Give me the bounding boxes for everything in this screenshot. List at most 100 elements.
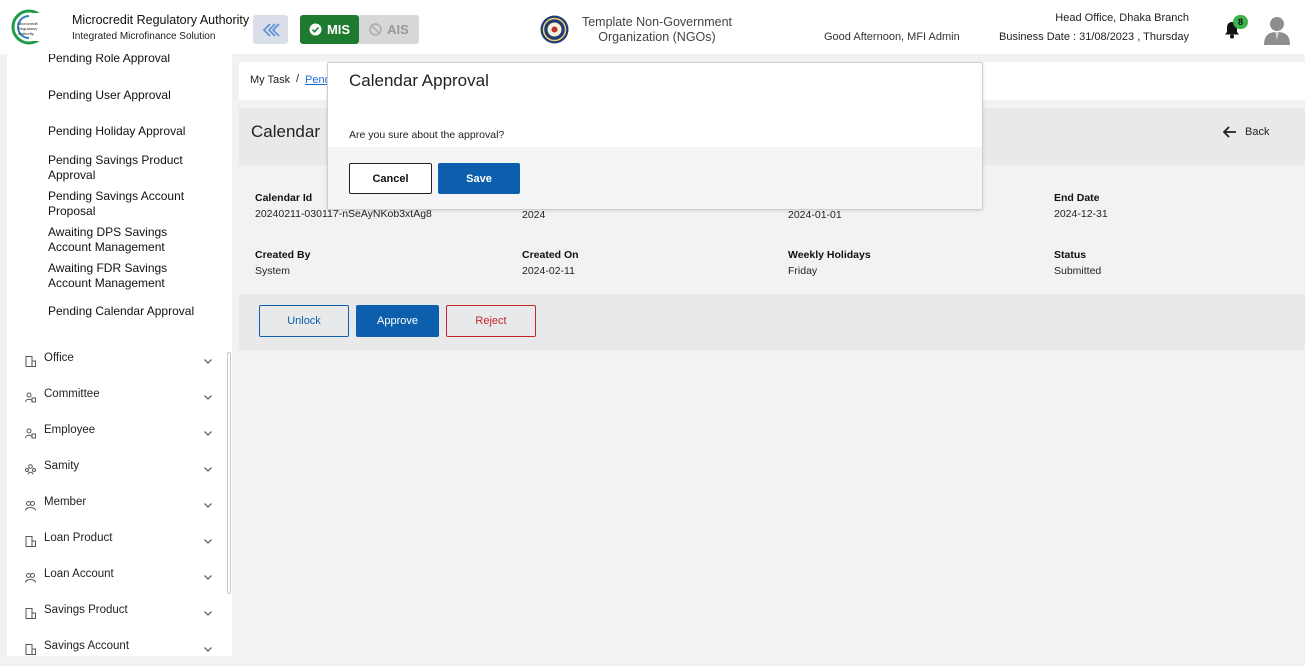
mis-label: MIS	[326, 22, 351, 37]
modal-title: Calendar Approval	[349, 71, 489, 90]
sidebar-menu-samity[interactable]: Samity	[23, 460, 213, 482]
chevron-down-icon	[204, 647, 212, 652]
ngo-name: Template Non-Government Organization (NG…	[578, 15, 736, 45]
sidebar-menu-savings-account[interactable]: Savings Account	[23, 640, 213, 656]
back-label: Back	[1245, 126, 1270, 138]
collapse-sidebar-button[interactable]	[253, 15, 288, 44]
sidebar-menu-label: Loan Product	[44, 532, 113, 544]
org-subtitle: Integrated Microfinance Solution	[72, 31, 216, 42]
savings-product-icon	[25, 608, 36, 619]
sidebar-item-awaiting-fdr[interactable]: Awaiting FDR Savings Account Management	[48, 261, 183, 291]
sidebar-item-awaiting-dps[interactable]: Awaiting DPS Savings Account Management	[48, 225, 183, 255]
committee-icon	[25, 392, 36, 403]
modal-body: Are you sure about the approval?	[328, 97, 982, 147]
sidebar-menu-label: Committee	[44, 388, 100, 400]
breadcrumb-my-task[interactable]: My Task	[250, 74, 290, 86]
field-value: 2024	[522, 209, 546, 221]
member-icon	[25, 501, 36, 511]
approve-button[interactable]: Approve	[356, 305, 439, 337]
mra-logo-icon: Microcredit Regulatory Authority	[11, 9, 47, 45]
save-button[interactable]: Save	[438, 163, 520, 194]
field-value: 2024-02-11	[522, 265, 575, 277]
field-label: Weekly Holidays	[788, 249, 871, 261]
sidebar-item-pending-savings-account-proposal[interactable]: Pending Savings Account Proposal	[48, 189, 198, 219]
breadcrumb-separator: /	[296, 73, 300, 85]
field-status: Status Submitted	[1054, 249, 1101, 277]
modal-footer: Cancel Save	[328, 147, 982, 209]
check-circle-icon	[309, 23, 322, 36]
field-start-date: 2024-01-01	[788, 209, 842, 221]
ais-label: AIS	[387, 22, 409, 37]
sidebar-menu-label: Employee	[44, 424, 96, 436]
user-greeting: Good Afternoon, MFI Admin	[824, 31, 960, 43]
sidebar-scrollbar[interactable]	[227, 352, 231, 594]
chevron-down-icon	[204, 611, 212, 616]
ngo-name-line2: Organization (NGOs)	[598, 30, 716, 44]
savings-account-icon	[25, 644, 36, 655]
ngo-name-line1: Template Non-Government	[581, 15, 733, 29]
action-bar: Unlock Approve Reject	[239, 294, 1305, 350]
ngo-seal-icon	[540, 15, 569, 44]
svg-text:Authority: Authority	[18, 31, 34, 36]
approval-modal: Calendar Approval Are you sure about the…	[327, 62, 983, 210]
sidebar-menu-office[interactable]: Office	[23, 352, 213, 374]
sidebar-item-pending-savings-product-approval[interactable]: Pending Savings Product Approval	[48, 153, 198, 183]
sidebar-menu-label: Samity	[44, 460, 80, 472]
arrow-left-icon	[1223, 126, 1236, 138]
field-label: Created On	[522, 249, 579, 261]
field-created-by: Created By System	[255, 249, 310, 277]
employee-icon	[25, 428, 36, 439]
field-year: 2024	[522, 209, 545, 221]
sidebar-menu-employee[interactable]: Employee	[23, 424, 213, 446]
sidebar-item-pending-holiday-approval[interactable]: Pending Holiday Approval	[48, 124, 185, 139]
cancel-button[interactable]: Cancel	[349, 163, 432, 194]
chevron-down-icon	[204, 359, 212, 364]
sidebar-menu-label: Savings Account	[44, 640, 130, 652]
modal-message: Are you sure about the approval?	[349, 129, 505, 141]
chevron-down-icon	[204, 575, 212, 580]
sidebar-menu-loan-account[interactable]: Loan Account	[23, 568, 213, 590]
sidebar-menu-label: Loan Account	[44, 568, 114, 580]
sidebar-menu-member[interactable]: Member	[23, 496, 213, 518]
top-header: Microcredit Regulatory Authority Microcr…	[0, 0, 1305, 54]
sidebar-item-pending-role-approval[interactable]: Pending Role Approval	[48, 54, 170, 66]
ban-icon	[369, 23, 382, 36]
field-label: Status	[1054, 249, 1087, 261]
chevron-down-icon	[204, 467, 212, 472]
org-title: Microcredit Regulatory Authority	[72, 13, 250, 27]
field-value: 2024-01-01	[788, 209, 842, 221]
notification-badge: 8	[1233, 15, 1248, 29]
field-value: 2024-12-31	[1054, 208, 1108, 220]
ais-toggle-button[interactable]: AIS	[359, 15, 419, 44]
sidebar-item-pending-calendar-approval[interactable]: Pending Calendar Approval	[48, 304, 194, 319]
chevron-down-icon	[204, 395, 212, 400]
sidebar: Pending Role Approval Pending User Appro…	[7, 54, 232, 656]
business-date: Business Date : 31/08/2023 , Thursday	[999, 31, 1189, 43]
unlock-button[interactable]: Unlock	[259, 305, 349, 337]
sidebar-menu-loan-product[interactable]: Loan Product	[23, 532, 213, 554]
page-title: Calendar	[251, 122, 320, 141]
sidebar-menu-savings-product[interactable]: Savings Product	[23, 604, 213, 626]
double-chevron-left-icon	[262, 22, 280, 37]
sidebar-menu-committee[interactable]: Committee	[23, 388, 213, 410]
back-button[interactable]: Back	[1223, 126, 1269, 138]
branch-name: Head Office, Dhaka Branch	[1055, 12, 1189, 24]
field-value: Friday	[788, 265, 818, 277]
user-avatar-icon[interactable]	[1263, 15, 1291, 45]
field-label: Created By	[255, 249, 311, 261]
field-value: Submitted	[1054, 265, 1102, 277]
sidebar-item-pending-user-approval[interactable]: Pending User Approval	[48, 88, 171, 103]
chevron-down-icon	[204, 431, 212, 436]
field-value: System	[255, 265, 291, 277]
samity-icon	[25, 464, 36, 475]
office-icon	[25, 356, 36, 367]
reject-button[interactable]: Reject	[446, 305, 536, 337]
sidebar-menu-label: Member	[44, 496, 87, 508]
mis-toggle-button[interactable]: MIS	[300, 15, 359, 44]
chevron-down-icon	[204, 503, 212, 508]
field-weekly-holidays: Weekly Holidays Friday	[788, 249, 871, 277]
field-created-on: Created On 2024-02-11	[522, 249, 579, 277]
loan-account-icon	[25, 573, 36, 583]
field-label: End Date	[1054, 192, 1100, 204]
loan-product-icon	[25, 536, 36, 547]
